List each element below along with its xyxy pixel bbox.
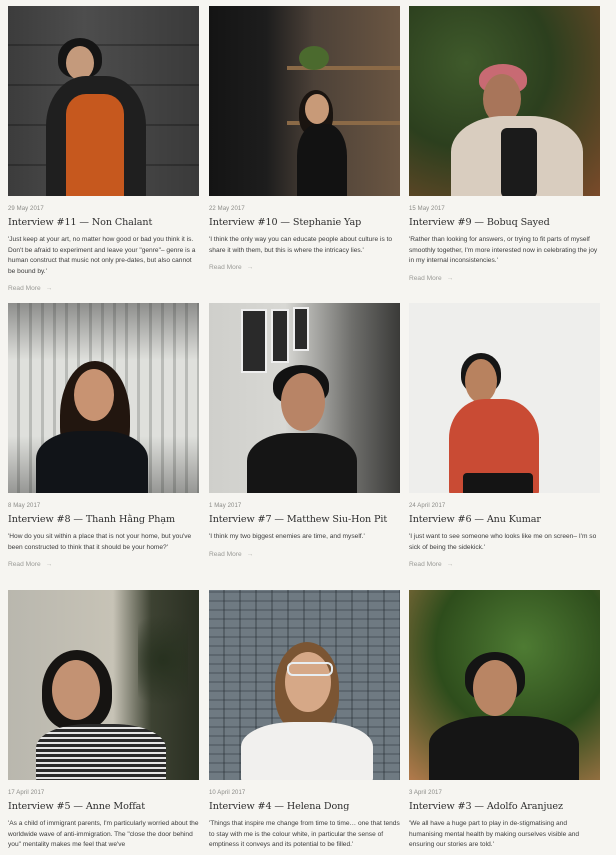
post-title[interactable]: Interview #7 — Matthew Siu-Hon Pit	[209, 514, 400, 525]
read-more-label: Read More	[209, 550, 242, 558]
read-more-link[interactable]: Read More →	[209, 551, 253, 558]
read-more-link[interactable]: Read More →	[409, 275, 453, 282]
interview-card[interactable]: 8 May 2017 Interview #8 — Thanh Hằng Phạ…	[8, 303, 199, 571]
post-title[interactable]: Interview #6 — Anu Kumar	[409, 514, 600, 525]
arrow-right-icon: →	[446, 561, 454, 569]
post-excerpt: 'I think the only way you can educate pe…	[209, 236, 393, 254]
post-title[interactable]: Interview #4 — Helena Dong	[209, 801, 400, 812]
read-more-link[interactable]: Read More →	[409, 561, 453, 568]
post-excerpt: 'We all have a huge part to play in de-s…	[409, 820, 580, 849]
read-more-label: Read More	[209, 264, 242, 272]
arrow-right-icon: →	[45, 561, 53, 569]
post-title[interactable]: Interview #3 — Adolfo Aranjuez	[409, 801, 600, 812]
post-excerpt: 'Things that inspire me change from time…	[209, 820, 400, 849]
post-title[interactable]: Interview #9 — Bobuq Sayed	[409, 217, 600, 228]
post-excerpt: 'I just want to see someone who looks li…	[409, 533, 597, 551]
post-date: 3 April 2017	[409, 790, 442, 796]
post-date: 15 May 2017	[409, 206, 445, 212]
interview-card[interactable]: 15 May 2017 Interview #9 — Bobuq Sayed '…	[409, 6, 600, 285]
post-date: 10 April 2017	[209, 790, 246, 796]
post-excerpt: 'I think my two biggest enemies are time…	[209, 533, 365, 540]
read-more-link[interactable]: Read More →	[209, 264, 253, 271]
interview-card[interactable]: 22 May 2017 Interview #10 — Stephanie Ya…	[209, 6, 400, 274]
post-title[interactable]: Interview #5 — Anne Moffat	[8, 801, 199, 812]
post-excerpt: 'How do you sit within a place that is n…	[8, 533, 192, 551]
interview-photo[interactable]	[209, 303, 400, 493]
arrow-right-icon: →	[45, 285, 53, 293]
read-more-link[interactable]: Read More →	[8, 285, 52, 292]
post-title[interactable]: Interview #8 — Thanh Hằng Phạm	[8, 514, 199, 525]
arrow-right-icon: →	[246, 550, 254, 558]
interview-photo[interactable]	[209, 6, 400, 196]
interview-card[interactable]: 24 April 2017 Interview #6 — Anu Kumar '…	[409, 303, 600, 571]
interview-card[interactable]: 29 May 2017 Interview #11 — Non Chalant …	[8, 6, 199, 295]
post-title[interactable]: Interview #10 — Stephanie Yap	[209, 217, 400, 228]
post-date: 8 May 2017	[8, 503, 41, 509]
read-more-label: Read More	[409, 561, 442, 569]
arrow-right-icon: →	[246, 264, 254, 272]
interview-photo[interactable]	[8, 590, 199, 780]
interview-card[interactable]: 10 April 2017 Interview #4 — Helena Dong…	[209, 590, 400, 851]
post-date: 29 May 2017	[8, 206, 44, 212]
interview-photo[interactable]	[8, 6, 199, 196]
read-more-label: Read More	[409, 274, 442, 282]
arrow-right-icon: →	[446, 274, 454, 282]
post-date: 24 April 2017	[409, 503, 446, 509]
post-date: 17 April 2017	[8, 790, 45, 796]
read-more-label: Read More	[8, 561, 41, 569]
interview-photo[interactable]	[8, 303, 199, 493]
post-date: 22 May 2017	[209, 206, 245, 212]
interview-card[interactable]: 1 May 2017 Interview #7 — Matthew Siu-Ho…	[209, 303, 400, 561]
post-excerpt: 'Just keep at your art, no matter how go…	[8, 236, 196, 275]
read-more-link[interactable]: Read More →	[8, 561, 52, 568]
read-more-label: Read More	[8, 285, 41, 293]
interview-photo[interactable]	[409, 303, 600, 493]
interview-card[interactable]: 3 April 2017 Interview #3 — Adolfo Aranj…	[409, 590, 600, 851]
interview-grid: 29 May 2017 Interview #11 — Non Chalant …	[0, 0, 616, 855]
post-excerpt: 'As a child of immigrant parents, I'm pa…	[8, 820, 199, 849]
interview-photo[interactable]	[409, 6, 600, 196]
interview-photo[interactable]	[409, 590, 600, 780]
interview-photo[interactable]	[209, 590, 400, 780]
post-excerpt: 'Rather than looking for answers, or try…	[409, 236, 598, 265]
post-date: 1 May 2017	[209, 503, 242, 509]
post-title[interactable]: Interview #11 — Non Chalant	[8, 217, 199, 228]
interview-card[interactable]: 17 April 2017 Interview #5 — Anne Moffat…	[8, 590, 199, 851]
